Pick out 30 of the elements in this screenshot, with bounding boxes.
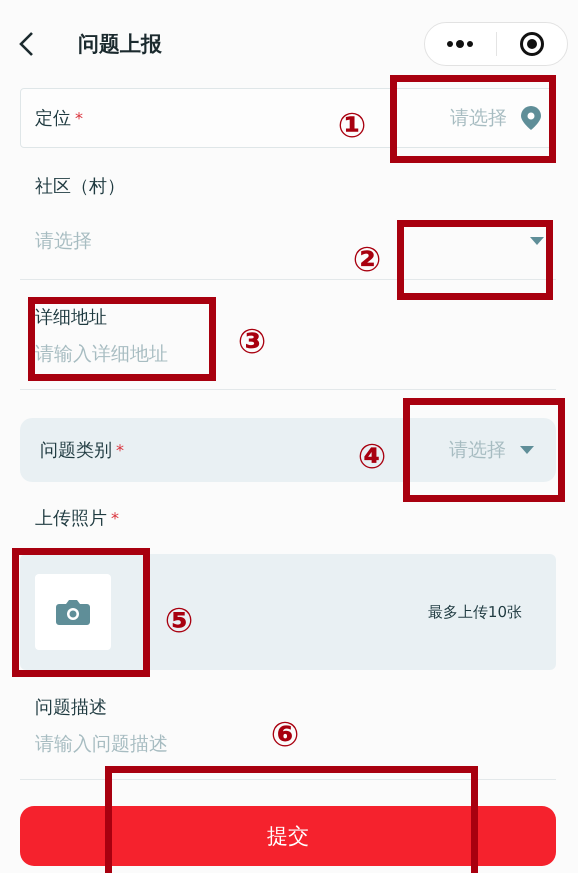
description-field[interactable]: 请输入问题描述 — [35, 732, 215, 754]
field-label: 社区（村） — [35, 174, 126, 198]
annotation-number: ④ — [358, 440, 386, 474]
back-icon[interactable] — [18, 31, 34, 57]
field-label: 问题类别 — [40, 439, 112, 462]
submit-button[interactable]: 提交 — [20, 806, 556, 866]
location-select[interactable]: 请选择 — [450, 105, 541, 131]
annotation-number: ⑤ — [164, 604, 194, 638]
location-pin-icon — [521, 106, 541, 130]
field-label: 问题描述 — [35, 696, 108, 718]
camera-icon — [56, 599, 90, 625]
required-mark: * — [111, 508, 119, 528]
category-select[interactable]: 请选择 — [449, 437, 534, 463]
page-title: 问题上报 — [78, 31, 163, 58]
upload-hint: 最多上传10张 — [428, 602, 522, 622]
annotation-number: ② — [352, 243, 382, 277]
required-mark: * — [116, 440, 124, 460]
target-icon — [518, 31, 545, 57]
address-field[interactable]: 请输入详细地址 — [35, 342, 215, 364]
field-label: 上传照片 — [35, 507, 107, 530]
field-label: 详细地址 — [35, 306, 108, 328]
caret-icon — [530, 236, 544, 244]
required-mark: * — [75, 108, 83, 128]
field-label: 定位 — [35, 107, 71, 130]
add-photo-button[interactable] — [35, 574, 111, 650]
annotation-number: ① — [338, 109, 366, 143]
caret-icon — [520, 446, 534, 454]
annotation-number: ⑥ — [270, 718, 300, 752]
annotation-number: ③ — [238, 325, 266, 359]
more-icon — [446, 40, 474, 48]
